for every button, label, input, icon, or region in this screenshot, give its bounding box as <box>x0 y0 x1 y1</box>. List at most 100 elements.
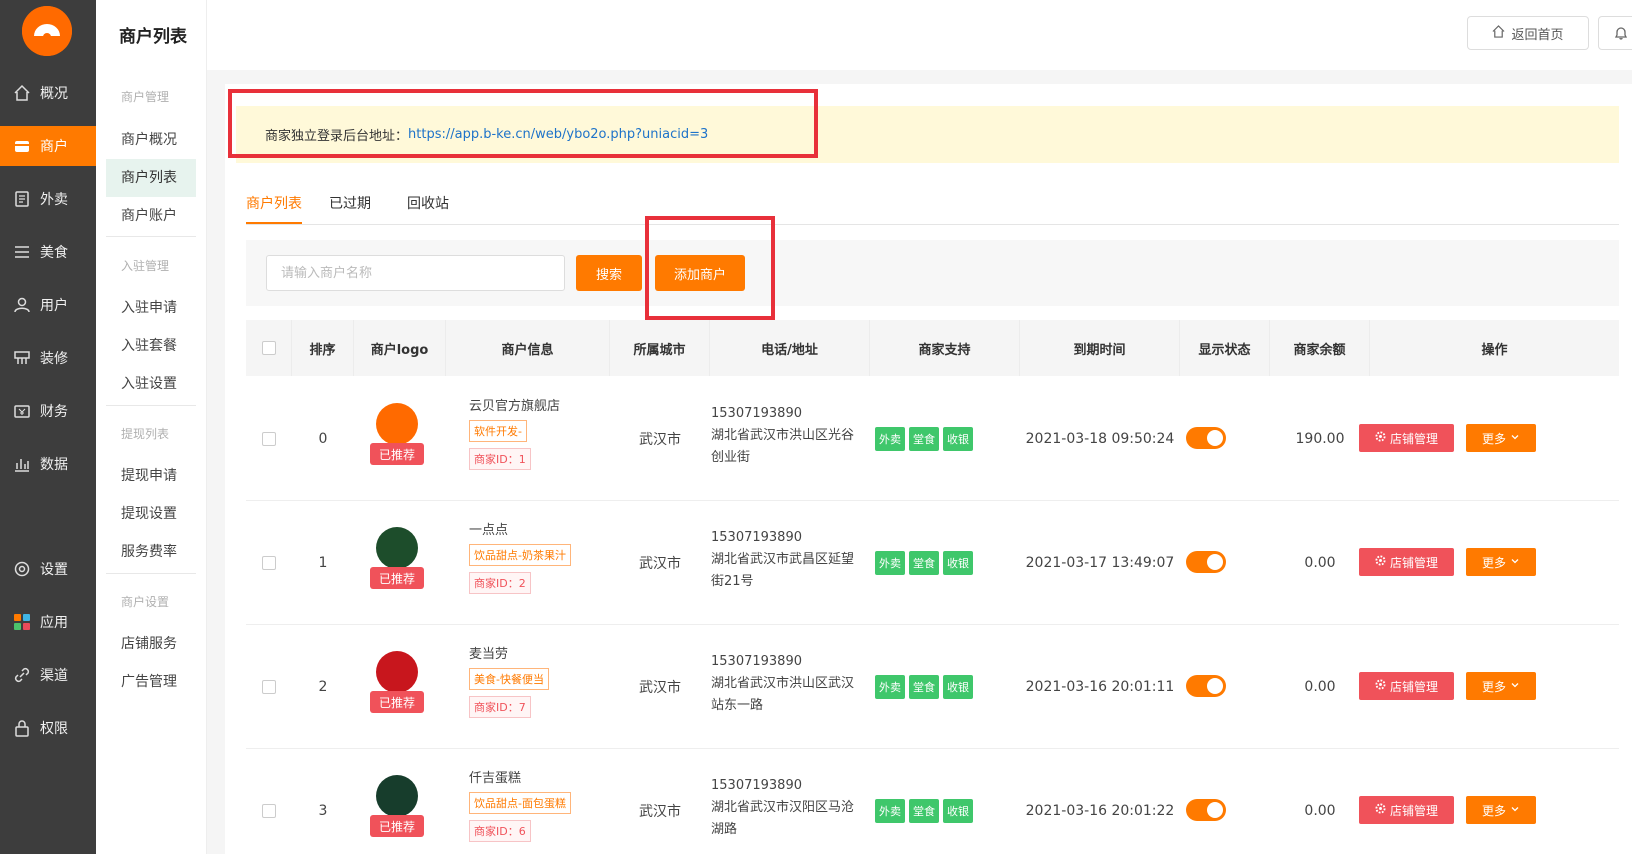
merchant-address: 湖北省武汉市洪山区武汉站东一路 <box>711 676 855 713</box>
bell-icon <box>1614 27 1628 40</box>
rail-item-label: 权限 <box>40 721 68 737</box>
display-status-toggle[interactable] <box>1186 427 1226 449</box>
merchant-logo-cell: 已推荐 <box>370 775 424 854</box>
merchant-logo-cell: 已推荐 <box>370 527 424 607</box>
subnav-item-service-rate[interactable]: 服务费率 <box>106 533 196 571</box>
row-balance: 0.00 <box>1304 679 1336 695</box>
home-icon <box>1492 24 1505 42</box>
row-select-cell <box>246 377 292 501</box>
subnav-item-withdraw-settings[interactable]: 提现设置 <box>106 495 196 533</box>
more-dropdown-button[interactable]: 更多 <box>1466 548 1536 576</box>
merchant-id-tag: 商家ID：6 <box>469 820 531 842</box>
shop-manage-button[interactable]: 店铺管理 <box>1359 672 1454 700</box>
row-checkbox[interactable] <box>262 804 276 818</box>
display-status-toggle[interactable] <box>1186 799 1226 821</box>
rail-item-settings[interactable]: 设置 <box>0 549 96 589</box>
merchant-address: 湖北省武汉市武昌区延望街21号 <box>711 552 855 589</box>
recommended-badge: 已推荐 <box>370 815 424 837</box>
gear-icon <box>1375 679 1386 693</box>
rail-item-takeout[interactable]: 外卖 <box>0 179 96 219</box>
support-badge-dinein: 堂食 <box>909 675 939 699</box>
subnav-item-merchant-account[interactable]: 商户账户 <box>106 197 196 235</box>
more-dropdown-button[interactable]: 更多 <box>1466 796 1536 824</box>
rail-item-merchant[interactable]: 商户 <box>0 126 96 166</box>
row-city: 武汉市 <box>639 804 681 820</box>
shop-manage-label: 店铺管理 <box>1389 431 1438 446</box>
highlight-box-url <box>228 89 818 158</box>
subnav-item-merchant-list[interactable]: 商户列表 <box>106 159 196 197</box>
display-status-toggle[interactable] <box>1186 551 1226 573</box>
subnav-item-merchant-overview[interactable]: 商户概况 <box>106 121 196 159</box>
rail-item-label: 外卖 <box>40 192 68 208</box>
more-dropdown-button[interactable]: 更多 <box>1466 424 1536 452</box>
subnav-item-ad-manage[interactable]: 广告管理 <box>106 663 196 701</box>
toggle-knob <box>1207 802 1223 818</box>
merchant-contact: 15307193890 湖北省武汉市武昌区延望街21号 <box>711 527 861 593</box>
col-expire: 到期时间 <box>1020 320 1180 376</box>
table-row: 1 已推荐 一点点 饮品甜点-奶茶果汁 商家ID：2 武汉市 153071938… <box>246 501 1619 625</box>
logo-icon <box>22 6 72 56</box>
rail-item-user[interactable]: 用户 <box>0 285 96 325</box>
subnav-item-settle-apply[interactable]: 入驻申请 <box>106 289 196 327</box>
merchant-phone: 15307193890 <box>711 778 802 793</box>
subnav-divider <box>106 573 196 574</box>
search-button[interactable]: 搜索 <box>576 255 642 291</box>
page-title: 商户列表 <box>119 27 187 47</box>
category-tag: 饮品甜点-奶茶果汁 <box>469 544 571 566</box>
merchant-id-tag: 商家ID：1 <box>469 448 531 470</box>
back-home-button[interactable]: 返回首页 <box>1467 16 1589 50</box>
rail-item-permission[interactable]: 权限 <box>0 708 96 748</box>
document-icon <box>12 189 32 209</box>
display-status-toggle[interactable] <box>1186 675 1226 697</box>
merchant-address: 湖北省武汉市汉阳区马沧湖路 <box>711 800 855 837</box>
app-logo[interactable] <box>22 6 72 56</box>
col-info: 商户信息 <box>446 320 610 376</box>
toggle-knob <box>1207 430 1223 446</box>
rail-item-decorate[interactable]: 装修 <box>0 338 96 378</box>
merchant-search-input[interactable] <box>266 255 565 291</box>
rail-item-label: 商户 <box>40 139 68 155</box>
row-checkbox[interactable] <box>262 432 276 446</box>
category-tag: 饮品甜点-面包蛋糕 <box>469 792 571 814</box>
row-checkbox[interactable] <box>262 556 276 570</box>
row-balance: 190.00 <box>1295 431 1345 447</box>
decorate-icon <box>12 348 32 368</box>
merchant-info: 一点点 饮品甜点-奶茶果汁 商家ID：2 <box>469 519 571 594</box>
select-all-checkbox[interactable] <box>261 341 276 355</box>
subnav-item-withdraw-apply[interactable]: 提现申请 <box>106 457 196 495</box>
col-status: 显示状态 <box>1180 320 1270 376</box>
rail-item-channel[interactable]: 渠道 <box>0 655 96 695</box>
shop-manage-button[interactable]: 店铺管理 <box>1359 796 1454 824</box>
merchant-contact: 15307193890 湖北省武汉市汉阳区马沧湖路 <box>711 775 861 841</box>
more-dropdown-button[interactable]: 更多 <box>1466 672 1536 700</box>
col-logo: 商户logo <box>354 320 446 376</box>
subnav-item-shop-service[interactable]: 店铺服务 <box>106 625 196 663</box>
row-select-cell <box>246 749 292 854</box>
tab-expired[interactable]: 已过期 <box>329 190 371 224</box>
subnav-item-settle-package[interactable]: 入驻套餐 <box>106 327 196 365</box>
row-expire-time: 2021-03-16 20:01:11 <box>1025 679 1175 695</box>
channel-icon <box>12 665 32 685</box>
store-icon <box>12 136 32 156</box>
merchant-name: 一点点 <box>469 523 509 538</box>
support-badge-dinein: 堂食 <box>909 799 939 823</box>
merchant-logo <box>376 403 418 445</box>
shop-manage-button[interactable]: 店铺管理 <box>1359 424 1454 452</box>
support-badge-takeout: 外卖 <box>875 551 905 575</box>
more-label: 更多 <box>1481 803 1506 818</box>
rail-item-overview[interactable]: 概况 <box>0 73 96 113</box>
subnav-item-settle-settings[interactable]: 入驻设置 <box>106 365 196 403</box>
row-expire-time: 2021-03-16 20:01:22 <box>1025 803 1175 819</box>
rail-item-data[interactable]: 数据 <box>0 444 96 484</box>
rail-item-label: 美食 <box>40 245 68 261</box>
shop-manage-button[interactable]: 店铺管理 <box>1359 548 1454 576</box>
row-checkbox[interactable] <box>262 680 276 694</box>
rail-item-food[interactable]: 美食 <box>0 232 96 272</box>
support-badges: 外卖 堂食 收银 <box>875 799 973 823</box>
tab-recycle-bin[interactable]: 回收站 <box>407 190 449 224</box>
row-balance: 0.00 <box>1304 803 1336 819</box>
rail-item-apps[interactable]: 应用 <box>0 602 96 642</box>
tab-merchant-list[interactable]: 商户列表 <box>246 190 302 224</box>
rail-item-finance[interactable]: 财务 <box>0 391 96 431</box>
notification-button[interactable] <box>1598 16 1632 50</box>
